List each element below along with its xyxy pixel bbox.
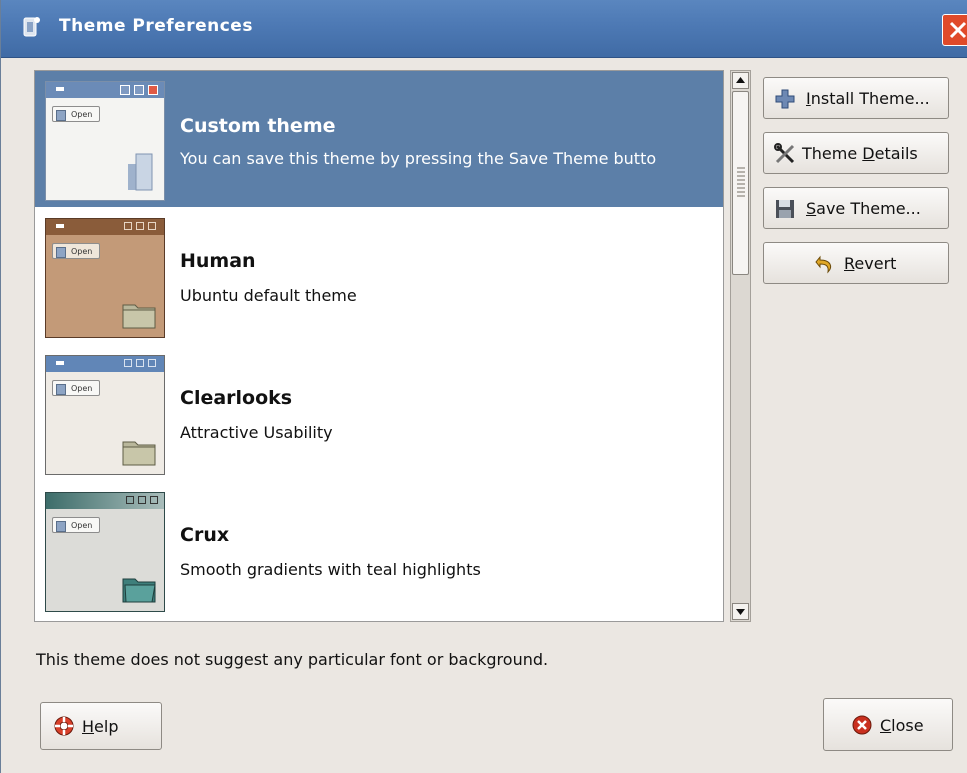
- floppy-icon: [776, 200, 794, 218]
- theme-row-custom[interactable]: Open Custom theme You can save this them…: [35, 71, 723, 207]
- theme-status-text: This theme does not suggest any particul…: [36, 650, 549, 669]
- close-icon: [949, 21, 967, 39]
- install-theme-button[interactable]: Install Theme...: [763, 77, 949, 119]
- theme-list[interactable]: Open Custom theme You can save this them…: [34, 70, 724, 622]
- scroll-down-button[interactable]: [732, 603, 749, 620]
- revert-arrow-icon: [815, 255, 832, 274]
- thumb-open-button: Open: [52, 517, 100, 533]
- theme-thumbnail-human: Open: [45, 218, 165, 338]
- arrow-down-icon: [736, 609, 745, 615]
- close-button[interactable]: Close: [823, 698, 953, 751]
- help-button[interactable]: Help: [40, 702, 162, 750]
- tools-icon: [774, 143, 795, 164]
- theme-thumbnail-crux: Open: [45, 492, 165, 612]
- theme-thumbnail-clearlooks: Open: [45, 355, 165, 475]
- scroll-up-button[interactable]: [732, 72, 749, 89]
- theme-icon: [23, 17, 40, 37]
- document-icon: [128, 153, 153, 191]
- theme-description: You can save this theme by pressing the …: [180, 149, 657, 168]
- theme-row-clearlooks[interactable]: Open Clearlooks Attractive Usability: [35, 345, 723, 481]
- lifebuoy-icon: [54, 716, 74, 736]
- window-title: Theme Preferences: [59, 16, 253, 36]
- theme-row-crux[interactable]: Open Crux Smooth gradients with teal hig…: [35, 482, 723, 618]
- folder-icon: [122, 578, 156, 603]
- thumb-open-button: Open: [52, 243, 100, 259]
- theme-description: Ubuntu default theme: [180, 286, 357, 305]
- thumb-open-label: Open: [71, 384, 93, 393]
- theme-name: Crux: [180, 524, 230, 546]
- folder-icon: [122, 441, 156, 466]
- help-label: Help: [82, 717, 119, 736]
- folder-icon: [122, 304, 156, 329]
- scroll-thumb[interactable]: [732, 91, 749, 275]
- scroll-grip: [737, 167, 745, 197]
- theme-description: Smooth gradients with teal highlights: [180, 560, 481, 579]
- theme-details-button[interactable]: Theme Details: [763, 132, 949, 174]
- thumb-open-label: Open: [71, 110, 93, 119]
- theme-name: Human: [180, 250, 256, 272]
- theme-details-label: Theme Details: [802, 144, 918, 163]
- thumb-open-label: Open: [71, 247, 93, 256]
- window-close-button[interactable]: [942, 14, 967, 46]
- theme-list-scrollbar[interactable]: [730, 70, 751, 622]
- theme-preferences-window: Theme Preferences Open Custom theme You …: [0, 0, 967, 773]
- arrow-up-icon: [736, 77, 745, 83]
- theme-thumbnail-custom: Open: [45, 81, 165, 201]
- close-label: Close: [880, 716, 924, 735]
- revert-button[interactable]: Revert: [763, 242, 949, 284]
- revert-label: Revert: [844, 254, 897, 273]
- theme-description: Attractive Usability: [180, 423, 333, 442]
- install-theme-label: Install Theme...: [806, 89, 930, 108]
- close-circle-icon: [852, 715, 872, 735]
- save-theme-label: Save Theme...: [806, 199, 921, 218]
- thumb-open-button: Open: [52, 106, 100, 122]
- theme-row-human[interactable]: Open Human Ubuntu default theme: [35, 208, 723, 344]
- thumb-open-button: Open: [52, 380, 100, 396]
- title-bar[interactable]: Theme Preferences: [1, 0, 967, 58]
- theme-name: Custom theme: [180, 115, 336, 137]
- plus-icon: [775, 89, 795, 109]
- thumb-open-label: Open: [71, 521, 93, 530]
- save-theme-button[interactable]: Save Theme...: [763, 187, 949, 229]
- theme-name: Clearlooks: [180, 387, 293, 409]
